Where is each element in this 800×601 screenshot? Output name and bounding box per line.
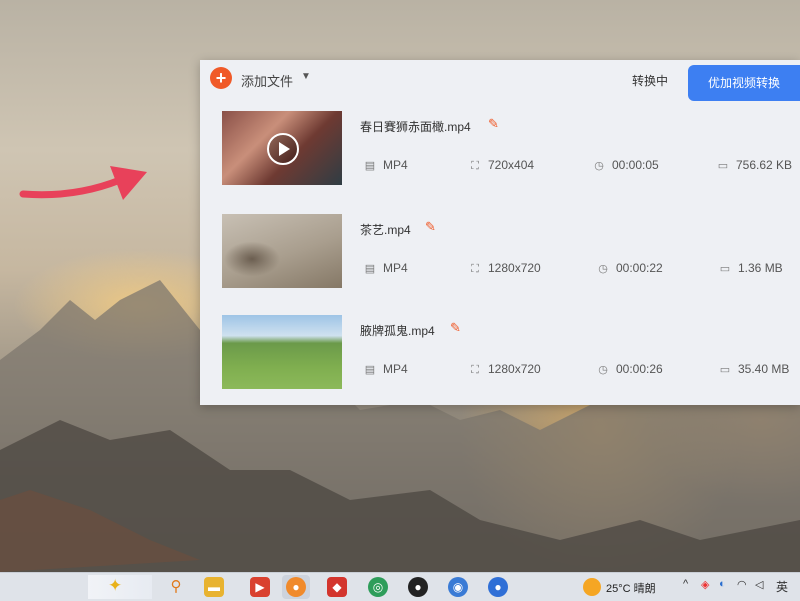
video-thumbnail[interactable]	[222, 214, 342, 288]
convert-button[interactable]: 优加视频转换	[688, 65, 800, 101]
film-icon: ▤	[364, 364, 376, 376]
chevron-up-icon[interactable]: ^	[683, 578, 688, 590]
input-method-indicator[interactable]: 英	[776, 578, 788, 595]
browser-blue-icon[interactable]: ◉	[448, 577, 468, 597]
rename-pencil-icon[interactable]: ✎	[488, 116, 499, 132]
file-duration: ◷ 00:00:05	[592, 158, 659, 172]
weather-widget[interactable]: 25°C 晴朗	[606, 580, 656, 596]
size-value: 756.62 KB	[736, 158, 793, 172]
video-app-icon[interactable]: ▶	[250, 577, 270, 597]
widgets-button[interactable]: ✦	[88, 575, 152, 599]
format-value: MP4	[383, 261, 408, 275]
resize-icon: ⛶	[471, 263, 479, 275]
temperature: 25°C	[606, 583, 631, 595]
file-format: ▤ MP4	[363, 261, 408, 275]
resolution-value: 1280x720	[488, 261, 541, 275]
file-format: ▤ MP4	[363, 158, 408, 172]
converter-panel: + 添加文件 ▼ 转换中 优加视频转换 春日賽狮赤面橄.mp4 ✎ ▤ MP4 ⛶…	[200, 60, 800, 405]
rename-pencil-icon[interactable]: ✎	[425, 219, 436, 235]
resize-icon: ⛶	[471, 160, 479, 172]
qq-icon[interactable]: ●	[408, 577, 428, 597]
security-tray-icon[interactable]: ◈	[701, 578, 709, 591]
rename-pencil-icon[interactable]: ✎	[450, 320, 461, 336]
duration-value: 00:00:26	[616, 362, 663, 376]
file-size: ▭ 1.36 MB	[718, 261, 783, 275]
red-app-icon[interactable]: ◆	[327, 577, 347, 597]
panel-header: + 添加文件 ▼ 转换中 优加视频转换	[200, 60, 800, 102]
film-icon: ▤	[364, 160, 376, 172]
file-row[interactable]: 春日賽狮赤面橄.mp4 ✎ ▤ MP4 ⛶ 720x404 ◷ 00:00:05 ▭ 7…	[200, 107, 800, 197]
weather-condition: 晴朗	[633, 583, 656, 595]
file-resolution: ⛶ 1280x720	[468, 261, 541, 276]
file-resolution: ⛶ 720x404	[468, 158, 534, 173]
clock-icon: ◷	[598, 263, 608, 275]
red-arrow-annotation	[19, 166, 147, 200]
taskbar: ✦ ⚲ ▬ ▶ ● ◆ ◎ ● ◉ ● 25°C 晴朗 ^ ◈ ◐ ◠ ◁ 英	[0, 572, 800, 601]
film-icon: ▤	[364, 263, 376, 275]
file-size: ▭ 756.62 KB	[716, 158, 792, 172]
resolution-value: 1280x720	[488, 362, 541, 376]
resize-icon: ⛶	[471, 364, 479, 376]
file-row[interactable]: 茶艺.mp4 ✎ ▤ MP4 ⛶ 1280x720 ◷ 00:00:22 ▭ 1.36 …	[200, 210, 800, 300]
file-duration: ◷ 00:00:26	[596, 362, 663, 376]
search-icon[interactable]: ⚲	[166, 577, 186, 597]
format-value: MP4	[383, 158, 408, 172]
recorder-icon[interactable]: ●	[488, 577, 508, 597]
file-explorer-icon[interactable]: ▬	[204, 577, 224, 597]
video-thumbnail[interactable]	[222, 315, 342, 389]
file-name: 春日賽狮赤面橄.mp4	[360, 120, 471, 134]
file-name: 腋牌孤鬼.mp4	[360, 324, 435, 338]
firefox-icon[interactable]: ●	[286, 577, 306, 597]
clock-icon: ◷	[594, 160, 604, 172]
file-size: ▭ 35.40 MB	[718, 362, 790, 376]
clock-icon: ◷	[598, 364, 608, 376]
add-file-plus-icon[interactable]: +	[210, 67, 232, 89]
volume-icon[interactable]: ◁	[755, 578, 763, 591]
network-tray-icon[interactable]: ◐	[719, 578, 726, 590]
play-icon[interactable]	[267, 133, 299, 165]
file-resolution: ⛶ 1280x720	[468, 362, 541, 377]
duration-value: 00:00:22	[616, 261, 663, 275]
video-thumbnail[interactable]	[222, 111, 342, 185]
chevron-down-icon[interactable]: ▼	[301, 71, 311, 82]
file-name: 茶艺.mp4	[360, 223, 411, 237]
sparkle-icon: ✦	[108, 576, 123, 595]
folder-icon: ▭	[719, 364, 731, 376]
file-format: ▤ MP4	[363, 362, 408, 376]
add-file-button[interactable]: 添加文件	[241, 71, 293, 90]
file-row[interactable]: 腋牌孤鬼.mp4 ✎ ▤ MP4 ⛶ 1280x720 ◷ 00:00:26 ▭ 35.…	[200, 311, 800, 401]
sun-icon[interactable]	[583, 578, 601, 596]
size-value: 35.40 MB	[738, 362, 790, 376]
folder-icon: ▭	[719, 263, 731, 275]
format-value: MP4	[383, 362, 408, 376]
wifi-icon[interactable]: ◠	[737, 578, 747, 591]
size-value: 1.36 MB	[738, 261, 783, 275]
conversion-status: 转换中	[632, 74, 669, 88]
file-duration: ◷ 00:00:22	[596, 261, 663, 275]
folder-icon: ▭	[717, 160, 729, 172]
green-app-icon[interactable]: ◎	[368, 577, 388, 597]
resolution-value: 720x404	[488, 158, 535, 172]
duration-value: 00:00:05	[612, 158, 659, 172]
